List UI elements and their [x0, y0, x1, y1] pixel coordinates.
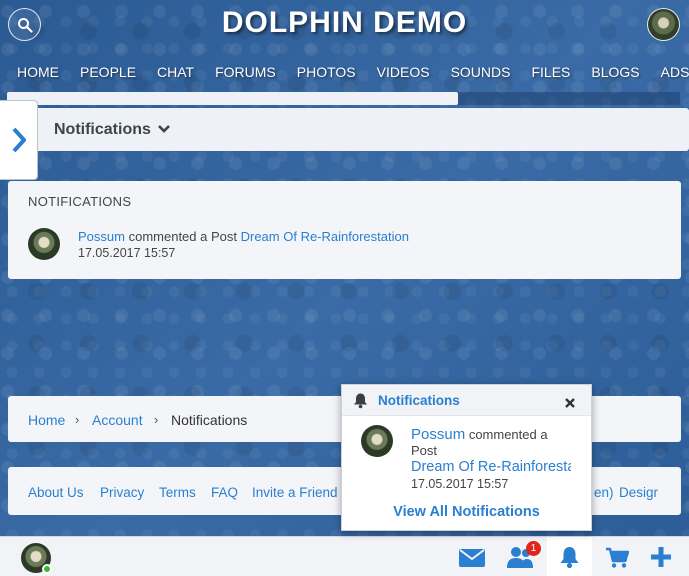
popup-action: commented a [468, 427, 548, 442]
site-title[interactable]: DOLPHIN DEMO [0, 6, 689, 40]
popup-user-avatar[interactable] [361, 425, 393, 457]
footer-link-terms[interactable]: Terms [159, 485, 196, 500]
footer-link-design[interactable]: Desigr [619, 485, 658, 500]
notifications-popup: Notifications Possum commented a Post Dr… [341, 384, 592, 531]
chevron-right-icon [12, 127, 26, 153]
nav-item-home[interactable]: HOME [17, 62, 59, 84]
plus-icon[interactable] [651, 547, 671, 567]
chevron-down-icon[interactable] [157, 124, 171, 134]
notifications-tab-active[interactable] [547, 537, 592, 576]
breadcrumb-home[interactable]: Home [28, 412, 65, 428]
nav-item-people[interactable]: PEOPLE [80, 62, 136, 84]
footer-link-privacy[interactable]: Privacy [100, 485, 144, 500]
popup-header: Notifications [342, 385, 591, 416]
breadcrumb-separator: › [154, 412, 159, 427]
nav-item-photos[interactable]: PHOTOS [297, 62, 356, 84]
bell-icon [560, 547, 579, 569]
nav-item-chat[interactable]: CHAT [157, 62, 194, 84]
notification-date: 17.05.2017 15:57 [78, 246, 176, 260]
notification-target-link[interactable]: Dream Of Re-Rainforestation [241, 229, 409, 244]
notifications-card-title: NOTIFICATIONS [28, 194, 132, 209]
page-progress-fill [7, 92, 458, 105]
footer-link-language[interactable]: en) [594, 485, 614, 500]
breadcrumb-current: Notifications [171, 412, 248, 428]
page-header: Notifications [8, 108, 689, 151]
nav-item-blogs[interactable]: BLOGS [591, 62, 639, 84]
view-all-notifications-link[interactable]: View All Notifications [342, 504, 591, 520]
close-icon[interactable] [565, 395, 575, 413]
footer-link-about[interactable]: About Us [28, 485, 84, 500]
footer-link-invite[interactable]: Invite a Friend [252, 485, 338, 500]
popup-date: 17.05.2017 15:57 [411, 477, 509, 491]
nav-item-ads[interactable]: ADS [661, 62, 689, 84]
online-status-dot [42, 564, 52, 574]
nav-item-videos[interactable]: VIDEOS [377, 62, 430, 84]
footer-link-faq[interactable]: FAQ [211, 485, 238, 500]
nav-item-files[interactable]: FILES [531, 62, 570, 84]
breadcrumb-account[interactable]: Account [92, 412, 143, 428]
notification-text: Possum commented a Post Dream Of Re-Rain… [78, 229, 409, 244]
notifications-card: NOTIFICATIONS Possum commented a Post Dr… [8, 181, 681, 279]
notification-user-avatar[interactable] [28, 228, 60, 260]
cart-icon[interactable] [605, 547, 629, 569]
friends-badge: 1 [526, 541, 541, 556]
popup-user-link[interactable]: Possum [411, 426, 465, 443]
popup-target-link[interactable]: Dream Of Re-Rainforestation [411, 459, 571, 475]
popup-notification-text: Possum commented a [411, 426, 576, 443]
top-bar: DOLPHIN DEMO [0, 0, 689, 48]
notification-action: commented a Post [128, 229, 237, 244]
nav-item-forums[interactable]: FORUMS [215, 62, 276, 84]
nav-item-sounds[interactable]: SOUNDS [451, 62, 511, 84]
bell-icon [354, 393, 367, 409]
bottom-toolbar: 1 [0, 536, 689, 576]
side-panel-toggle[interactable] [0, 100, 38, 180]
main-navigation: HOME PEOPLE CHAT FORUMS PHOTOS VIDEOS SO… [0, 62, 689, 84]
breadcrumb-separator: › [75, 412, 80, 427]
popup-title[interactable]: Notifications [378, 393, 460, 408]
notification-user-link[interactable]: Possum [78, 229, 125, 244]
envelope-icon[interactable] [459, 549, 485, 567]
popup-action-cont: Post [411, 443, 438, 458]
account-avatar[interactable] [647, 8, 680, 41]
page-progress-bar [7, 92, 680, 105]
page-title[interactable]: Notifications [54, 121, 151, 139]
